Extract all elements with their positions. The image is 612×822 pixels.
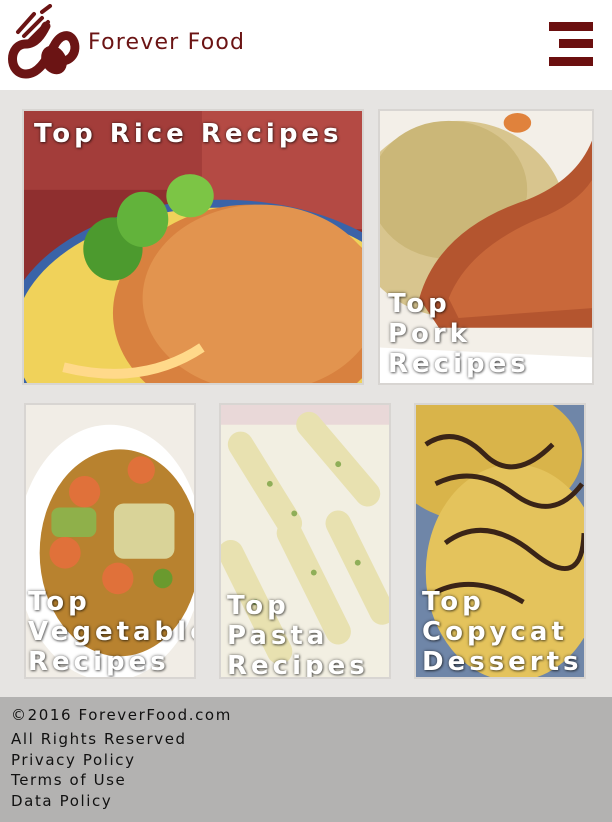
tile-label-line: Vegetable — [28, 617, 196, 647]
rights-text: All Rights Reserved — [11, 730, 187, 748]
tile-pasta-recipes[interactable]: Top Pasta Recipes — [219, 403, 391, 679]
tile-copycat-desserts[interactable]: Top Copycat Desserts — [414, 403, 586, 679]
data-policy-link[interactable]: Data Policy — [11, 792, 112, 810]
tile-label-line: Recipes — [388, 349, 530, 379]
tile-vegetable-recipes[interactable]: Top Vegetable Recipes — [24, 403, 196, 679]
tile-rice-recipes[interactable]: Top Rice Recipes — [22, 109, 364, 385]
tile-label-line: Top — [227, 591, 290, 621]
site-header: Forever Food — [0, 0, 612, 90]
tile-label-line: Top — [388, 289, 451, 319]
tile-label-line: Recipes — [28, 647, 170, 677]
tile-label-line: Copycat — [422, 617, 568, 647]
tile-label: Top Pasta Recipes — [227, 591, 369, 679]
tile-label: Top Pork Recipes — [388, 289, 530, 379]
tile-label-line: Pasta — [227, 621, 329, 651]
tile-label-line: Desserts — [422, 647, 583, 677]
menu-bar-icon — [549, 57, 593, 66]
tile-label: Top Rice Recipes — [34, 119, 343, 149]
site-footer: ©2016 ForeverFood.com All Rights Reserve… — [0, 697, 612, 822]
rice-photo — [24, 111, 362, 383]
tile-label-line: Recipes — [227, 651, 369, 679]
tile-label-line: Top — [422, 587, 485, 617]
fork-spoon-logo-icon[interactable] — [6, 4, 82, 84]
privacy-policy-link[interactable]: Privacy Policy — [11, 751, 136, 769]
tile-label: Top Copycat Desserts — [422, 587, 583, 677]
terms-of-use-link[interactable]: Terms of Use — [11, 771, 126, 789]
hamburger-menu-button[interactable] — [549, 22, 593, 66]
copyright-text: ©2016 ForeverFood.com — [11, 706, 232, 724]
menu-bar-icon — [549, 22, 593, 31]
tile-pork-recipes[interactable]: Top Pork Recipes — [378, 109, 594, 385]
tile-label-line: Pork — [388, 319, 472, 349]
menu-bar-icon — [559, 39, 593, 48]
tile-label: Top Vegetable Recipes — [28, 587, 196, 677]
tile-label-line: Top Rice Recipes — [34, 119, 343, 149]
tile-label-line: Top — [28, 587, 91, 617]
brand-name[interactable]: Forever Food — [88, 30, 245, 55]
